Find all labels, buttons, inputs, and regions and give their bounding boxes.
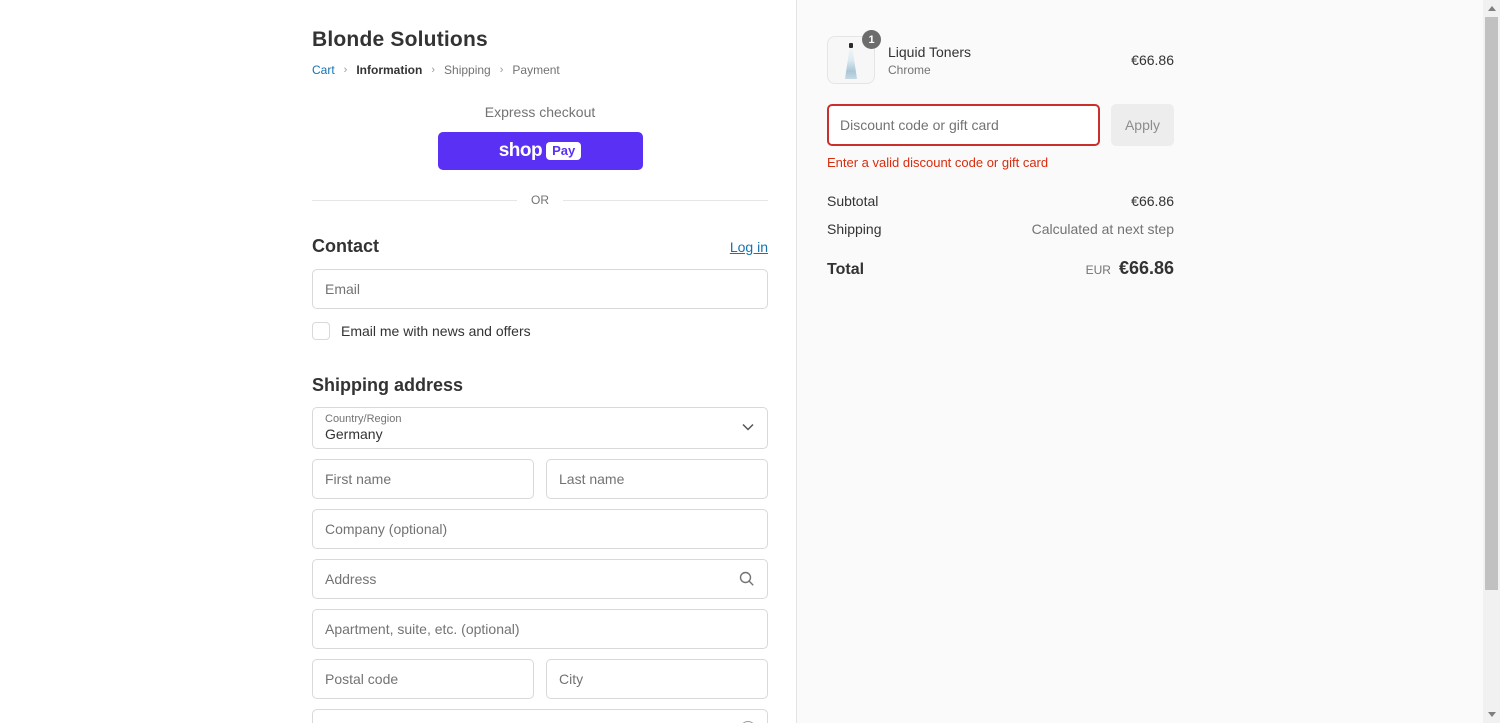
- shop-pay-logo: shop: [498, 140, 543, 161]
- scrollbar[interactable]: [1483, 0, 1500, 723]
- chevron-down-icon: [742, 423, 754, 431]
- chevron-right-icon: ›: [343, 64, 348, 76]
- breadcrumb-payment: Payment: [512, 63, 560, 77]
- discount-error-message: Enter a valid discount code or gift card: [827, 155, 1049, 170]
- breadcrumb-shipping: Shipping: [444, 63, 491, 77]
- country-select-label: Country/Region: [325, 413, 402, 425]
- search-icon: [739, 571, 754, 586]
- or-divider: OR: [312, 193, 768, 207]
- scrollbar-up-arrow[interactable]: [1483, 0, 1500, 17]
- store-title: Blonde Solutions: [312, 28, 488, 51]
- shipping-section-title: Shipping address: [312, 375, 464, 395]
- country-select[interactable]: Country/Region Germany: [312, 407, 768, 449]
- quantity-badge: 1: [862, 30, 881, 49]
- product-name: Liquid Toners: [888, 43, 972, 60]
- totals-section: Subtotal €66.86 Shipping Calculated at n…: [827, 193, 1174, 279]
- apartment-input[interactable]: [312, 609, 768, 649]
- last-name-input[interactable]: [546, 459, 768, 499]
- product-variant: Chrome: [888, 62, 931, 77]
- company-input[interactable]: [312, 509, 768, 549]
- express-checkout-label: Express checkout: [484, 104, 596, 120]
- subtotal-value: €66.86: [1131, 193, 1174, 209]
- order-summary-pane: 1 Liquid Toners Chrome €66.86 Apply Ente…: [797, 0, 1483, 723]
- shipping-label: Shipping: [827, 221, 882, 237]
- checkout-main-pane: Blonde Solutions Cart › Information › Sh…: [0, 0, 797, 723]
- breadcrumb-information: Information: [356, 63, 423, 77]
- total-currency: EUR: [1085, 263, 1111, 277]
- or-label: OR: [531, 193, 549, 207]
- newsletter-label: Email me with news and offers: [341, 323, 531, 339]
- country-select-value: Germany: [325, 426, 383, 442]
- login-link[interactable]: Log in: [730, 239, 768, 255]
- city-input[interactable]: [546, 659, 768, 699]
- first-name-input[interactable]: [312, 459, 534, 499]
- total-label: Total: [827, 261, 865, 278]
- email-input[interactable]: [312, 269, 768, 309]
- scrollbar-down-arrow[interactable]: [1483, 706, 1500, 723]
- cart-line-item: 1 Liquid Toners Chrome €66.86: [827, 30, 1174, 84]
- postal-code-input[interactable]: [312, 659, 534, 699]
- subtotal-label: Subtotal: [827, 193, 879, 209]
- apply-discount-button[interactable]: Apply: [1110, 104, 1174, 146]
- shipping-value: Calculated at next step: [1031, 221, 1174, 237]
- shop-pay-badge: Pay: [546, 142, 582, 160]
- scrollbar-thumb[interactable]: [1485, 17, 1498, 590]
- newsletter-checkbox[interactable]: [312, 322, 330, 340]
- chevron-right-icon: ›: [499, 64, 504, 76]
- total-value: €66.86: [1118, 258, 1174, 278]
- product-thumbnail: 1: [827, 30, 881, 84]
- chevron-right-icon: ›: [431, 64, 436, 76]
- discount-code-input[interactable]: [827, 104, 1100, 146]
- breadcrumb-cart[interactable]: Cart: [312, 63, 335, 77]
- contact-section-title: Contact: [312, 236, 379, 256]
- product-bottle-image: [845, 43, 857, 79]
- phone-input[interactable]: [312, 709, 768, 723]
- checkout-page: Blonde Solutions Cart › Information › Sh…: [0, 0, 1483, 723]
- address-input[interactable]: [312, 559, 768, 599]
- product-price: €66.86: [1131, 52, 1174, 68]
- shop-pay-button[interactable]: shop Pay: [437, 132, 643, 170]
- breadcrumb: Cart › Information › Shipping › Payment: [312, 63, 768, 77]
